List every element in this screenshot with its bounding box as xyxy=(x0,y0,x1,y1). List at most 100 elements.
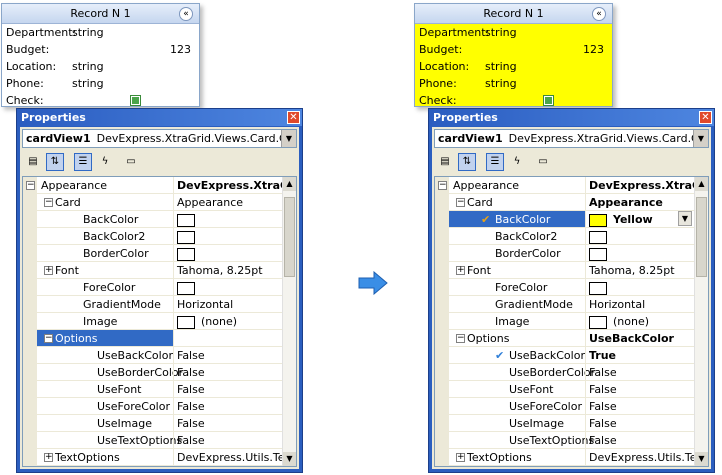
property-value[interactable]: DevExpress.Utils.TextOp xyxy=(173,449,282,466)
property-row[interactable]: UseFont False xyxy=(23,381,282,398)
property-value[interactable]: Tahoma, 8.25pt xyxy=(585,262,694,279)
property-value[interactable] xyxy=(173,245,282,262)
property-grid[interactable]: ▲ ▼ −AppearanceDevExpress.XtraGrid−CardA… xyxy=(22,176,297,467)
property-row[interactable]: GradientMode Horizontal xyxy=(23,296,282,313)
property-value[interactable]: False xyxy=(585,432,694,449)
property-row[interactable]: BackColor2 xyxy=(435,228,694,245)
property-value[interactable]: DevExpress.XtraGrid xyxy=(173,177,282,194)
property-row[interactable]: BackColor2 xyxy=(23,228,282,245)
property-value[interactable]: Tahoma, 8.25pt xyxy=(173,262,282,279)
vertical-scrollbar[interactable]: ▲ ▼ xyxy=(694,177,708,466)
property-value[interactable] xyxy=(585,279,694,296)
collapse-icon[interactable]: − xyxy=(26,181,35,190)
property-row[interactable]: UseForeColor False xyxy=(23,398,282,415)
property-row[interactable]: BorderColor xyxy=(23,245,282,262)
events-icon[interactable]: ϟ xyxy=(508,153,526,171)
categorized-icon[interactable]: ▤ xyxy=(436,153,454,171)
field-value[interactable]: string xyxy=(485,58,517,75)
property-row[interactable]: ✔ UseBackColor True xyxy=(435,347,694,364)
property-value[interactable]: Appearance xyxy=(173,194,282,211)
property-value[interactable]: Yellow ▼ xyxy=(585,211,694,228)
property-row[interactable]: − Options UseBackColor xyxy=(435,330,694,347)
property-row[interactable]: UseImage False xyxy=(435,415,694,432)
property-value[interactable]: Appearance xyxy=(585,194,694,211)
expand-icon[interactable]: + xyxy=(44,453,53,462)
property-row[interactable]: BackColor xyxy=(23,211,282,228)
collapse-icon[interactable]: « xyxy=(179,7,193,21)
expand-icon[interactable]: + xyxy=(44,266,53,275)
collapse-icon[interactable]: − xyxy=(438,181,447,190)
property-row[interactable]: +TextOptions DevExpress.Utils.TextOp xyxy=(23,449,282,466)
field-value[interactable]: string xyxy=(72,24,104,41)
alphabetical-icon[interactable]: ⇅ xyxy=(458,153,476,171)
collapse-icon[interactable]: − xyxy=(456,334,465,343)
collapse-icon[interactable]: − xyxy=(44,334,53,343)
field-value[interactable]: string xyxy=(485,75,517,92)
property-value[interactable]: True xyxy=(585,347,694,364)
property-row[interactable]: UseFont False xyxy=(435,381,694,398)
property-value[interactable]: (none) xyxy=(585,313,694,330)
close-icon[interactable]: ✕ xyxy=(699,111,712,124)
property-value[interactable]: False xyxy=(173,398,282,415)
field-value[interactable]: string xyxy=(72,58,104,75)
expand-icon[interactable]: + xyxy=(456,453,465,462)
property-row[interactable]: − Card Appearance xyxy=(435,194,694,211)
field-value[interactable]: string xyxy=(485,24,517,41)
categorized-icon[interactable]: ▤ xyxy=(24,153,42,171)
property-value[interactable]: Horizontal xyxy=(173,296,282,313)
property-pages-icon[interactable]: ▭ xyxy=(534,153,552,171)
property-value[interactable] xyxy=(173,228,282,245)
property-value[interactable]: UseBackColor xyxy=(585,330,694,347)
property-value[interactable]: (none) xyxy=(173,313,282,330)
property-row[interactable]: +TextOptions DevExpress.Utils.TextOp xyxy=(435,449,694,466)
properties-icon[interactable]: ☰ xyxy=(74,153,92,171)
property-row[interactable]: UseBorderColor False xyxy=(23,364,282,381)
property-row[interactable]: ForeColor xyxy=(23,279,282,296)
scroll-up-icon[interactable]: ▲ xyxy=(283,177,296,191)
collapse-icon[interactable]: « xyxy=(592,7,606,21)
alphabetical-icon[interactable]: ⇅ xyxy=(46,153,64,171)
property-row[interactable]: UseForeColor False xyxy=(435,398,694,415)
close-icon[interactable]: ✕ xyxy=(287,111,300,124)
property-row[interactable]: −Appearance DevExpress.XtraGrid xyxy=(435,177,694,194)
scroll-up-icon[interactable]: ▲ xyxy=(695,177,708,191)
field-value[interactable]: 123 xyxy=(583,41,604,58)
property-value[interactable]: DevExpress.Utils.TextOp xyxy=(585,449,694,466)
property-row[interactable]: Image (none) xyxy=(23,313,282,330)
collapse-icon[interactable]: − xyxy=(44,198,53,207)
property-pages-icon[interactable]: ▭ xyxy=(122,153,140,171)
scroll-down-icon[interactable]: ▼ xyxy=(283,452,296,466)
property-row[interactable]: UseBackColor False xyxy=(23,347,282,364)
property-value[interactable] xyxy=(173,330,282,347)
property-row[interactable]: Image (none) xyxy=(435,313,694,330)
property-grid[interactable]: ▲ ▼ −AppearanceDevExpress.XtraGrid−CardA… xyxy=(434,176,709,467)
collapse-icon[interactable]: − xyxy=(456,198,465,207)
property-row[interactable]: UseBorderColor False xyxy=(435,364,694,381)
object-selector[interactable]: cardView1 DevExpress.XtraGrid.Views.Card.… xyxy=(434,129,709,148)
scroll-thumb[interactable] xyxy=(696,197,707,277)
object-selector[interactable]: cardView1 DevExpress.XtraGrid.Views.Card.… xyxy=(22,129,297,148)
property-value[interactable]: False xyxy=(173,381,282,398)
property-value[interactable]: False xyxy=(585,415,694,432)
property-row[interactable]: ✔ BackColor Yellow ▼ xyxy=(435,211,694,228)
scroll-thumb[interactable] xyxy=(284,197,295,277)
property-value[interactable]: False xyxy=(173,415,282,432)
chevron-down-icon[interactable]: ▼ xyxy=(693,130,708,147)
property-value[interactable] xyxy=(173,211,282,228)
property-value[interactable] xyxy=(173,279,282,296)
property-row[interactable]: UseTextOptions False xyxy=(23,432,282,449)
chevron-down-icon[interactable]: ▼ xyxy=(281,130,296,147)
expand-icon[interactable]: + xyxy=(456,266,465,275)
property-value[interactable]: DevExpress.XtraGrid xyxy=(585,177,694,194)
property-row[interactable]: ForeColor xyxy=(435,279,694,296)
property-row[interactable]: GradientMode Horizontal xyxy=(435,296,694,313)
field-value[interactable]: 123 xyxy=(170,41,191,58)
property-value[interactable]: Horizontal xyxy=(585,296,694,313)
vertical-scrollbar[interactable]: ▲ ▼ xyxy=(282,177,296,466)
properties-icon[interactable]: ☰ xyxy=(486,153,504,171)
property-value[interactable]: False xyxy=(173,364,282,381)
property-row[interactable]: UseImage False xyxy=(23,415,282,432)
property-row[interactable]: −Appearance DevExpress.XtraGrid xyxy=(23,177,282,194)
property-row[interactable]: BorderColor xyxy=(435,245,694,262)
property-value[interactable]: False xyxy=(585,398,694,415)
